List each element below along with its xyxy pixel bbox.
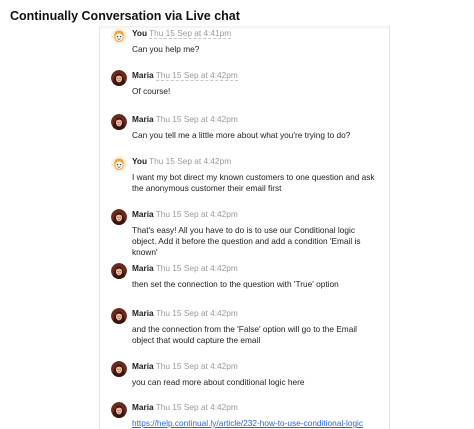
sender-name: Maria	[132, 263, 154, 273]
message-header: Maria Thu 15 Sep at 4:42pm	[132, 308, 238, 319]
message-text: https://help.continual.ly/article/232-ho…	[132, 418, 377, 429]
maria-avatar	[111, 70, 127, 86]
message-header: Maria Thu 15 Sep at 4:42pm	[132, 263, 238, 274]
maria-avatar	[111, 361, 127, 377]
page-title: Continually Conversation via Live chat	[10, 9, 240, 23]
sender-name: Maria	[132, 70, 154, 80]
message-text: and the connection from the 'False' opti…	[132, 324, 358, 345]
message-text: I want my bot direct my known customers …	[132, 172, 375, 193]
message-text: That's easy! All you have to do is to us…	[132, 225, 361, 257]
maria-avatar	[111, 114, 127, 130]
message-text: Of course!	[132, 86, 171, 96]
message-timestamp: Thu 15 Sep at 4:42pm	[155, 402, 238, 412]
sender-name: You	[132, 28, 148, 38]
message-header: You Thu 15 Sep at 4:42pm	[132, 156, 231, 167]
maria-avatar	[111, 263, 127, 279]
message-header: Maria Thu 15 Sep at 4:42pm	[132, 114, 238, 125]
message-text: Can you help me?	[132, 44, 200, 54]
sender-name: Maria	[132, 209, 154, 219]
maria-avatar	[111, 402, 127, 418]
message-timestamp: Thu 15 Sep at 4:42pm	[149, 156, 232, 166]
message-text: Can you tell me a little more about what…	[132, 130, 351, 140]
message-timestamp: Thu 15 Sep at 4:42pm	[155, 361, 238, 371]
message-timestamp: Thu 15 Sep at 4:42pm	[155, 263, 238, 273]
message-timestamp: Thu 15 Sep at 4:42pm	[155, 114, 238, 124]
message-timestamp: Thu 15 Sep at 4:42pm	[155, 209, 238, 219]
message-text: you can read more about conditional logi…	[132, 377, 305, 387]
sender-name: Maria	[132, 308, 154, 318]
sender-name: Maria	[132, 361, 154, 371]
maria-avatar	[111, 209, 127, 225]
message-timestamp: Thu 15 Sep at 4:41pm	[149, 28, 232, 39]
sender-name: Maria	[132, 114, 154, 124]
sender-name: You	[132, 156, 148, 166]
help-article-link[interactable]: https://help.continual.ly/article/232-ho…	[132, 418, 363, 428]
message-header: You Thu 15 Sep at 4:41pm	[132, 28, 232, 39]
sender-name: Maria	[132, 402, 154, 412]
message-text: then set the connection to the question …	[132, 279, 339, 289]
bot-face-icon	[111, 28, 127, 44]
maria-avatar	[111, 308, 127, 324]
conversation-panel[interactable]: You Thu 15 Sep at 4:41pm Can you help me? M…	[99, 26, 390, 429]
message-header: Maria Thu 15 Sep at 4:42pm	[132, 361, 238, 372]
message-header: Maria Thu 15 Sep at 4:42pm	[132, 70, 238, 81]
message-timestamp: Thu 15 Sep at 4:42pm	[155, 308, 238, 318]
bot-face-icon	[111, 156, 127, 172]
message-header: Maria Thu 15 Sep at 4:42pm	[132, 402, 238, 413]
message-header: Maria Thu 15 Sep at 4:42pm	[132, 209, 238, 220]
message-timestamp: Thu 15 Sep at 4:42pm	[155, 70, 238, 81]
